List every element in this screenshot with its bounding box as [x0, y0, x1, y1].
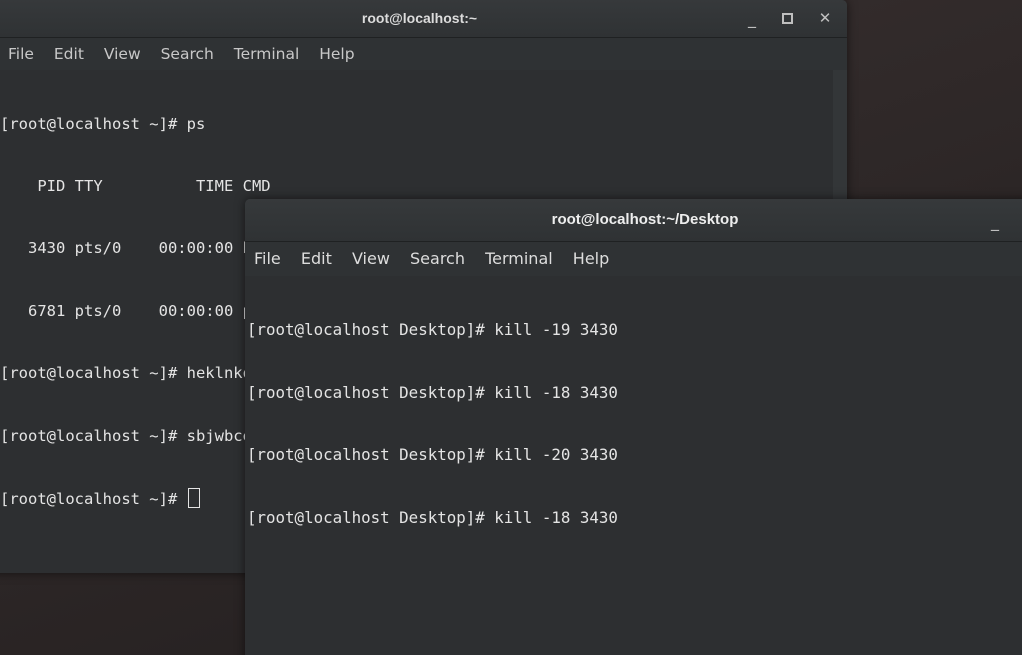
terminal-line: PID TTY TIME CMD: [0, 176, 271, 195]
maximize-icon: [781, 12, 793, 24]
terminal-prompt: [root@localhost ~]#: [0, 489, 187, 508]
menu-help[interactable]: Help: [319, 38, 354, 70]
maximize-button[interactable]: [772, 0, 802, 37]
terminal-line: [root@localhost Desktop]# kill -19 3430: [247, 319, 618, 339]
menu-view[interactable]: View: [104, 38, 141, 70]
close-button[interactable]: ✕: [810, 0, 840, 37]
menu-search[interactable]: Search: [410, 242, 465, 276]
menu-edit[interactable]: Edit: [54, 38, 84, 70]
terminal-line: [root@localhost Desktop]# kill -20 3430: [247, 445, 618, 465]
menubar: File Edit View Search Terminal Help: [0, 38, 847, 70]
minimize-button[interactable]: _: [980, 199, 1010, 241]
menu-terminal[interactable]: Terminal: [485, 242, 553, 276]
window-title: root@localhost:~: [361, 10, 478, 26]
terminal-line: [root@localhost Desktop]# kill -18 3430: [247, 507, 618, 527]
titlebar[interactable]: root@localhost:~ _ ✕: [0, 0, 847, 38]
terminal-output[interactable]: [root@localhost Desktop]# kill -19 3430 …: [245, 276, 1022, 655]
text-cursor: [187, 487, 200, 508]
minimize-icon: _: [748, 9, 756, 28]
menu-view[interactable]: View: [352, 242, 390, 276]
menu-edit[interactable]: Edit: [301, 242, 332, 276]
terminal-line: [root@localhost Desktop]# kill -18 3430: [247, 382, 618, 402]
menu-file[interactable]: File: [254, 242, 281, 276]
terminal-line: [root@localhost ~]# ps: [0, 114, 206, 133]
window-title: root@localhost:~/Desktop: [551, 211, 739, 228]
menu-terminal[interactable]: Terminal: [234, 38, 300, 70]
menu-file[interactable]: File: [8, 38, 34, 70]
minimize-button[interactable]: _: [737, 0, 767, 37]
terminal-window-desktop[interactable]: root@localhost:~/Desktop _ File Edit Vie…: [245, 199, 1022, 655]
menu-search[interactable]: Search: [161, 38, 214, 70]
desktop-background: root@localhost:~ _ ✕ File Edit View Sear…: [0, 0, 1022, 655]
menubar: File Edit View Search Terminal Help: [245, 242, 1022, 276]
close-icon: ✕: [818, 9, 832, 27]
menu-help[interactable]: Help: [573, 242, 609, 276]
minimize-icon: _: [991, 212, 999, 231]
titlebar[interactable]: root@localhost:~/Desktop _: [245, 199, 1022, 242]
